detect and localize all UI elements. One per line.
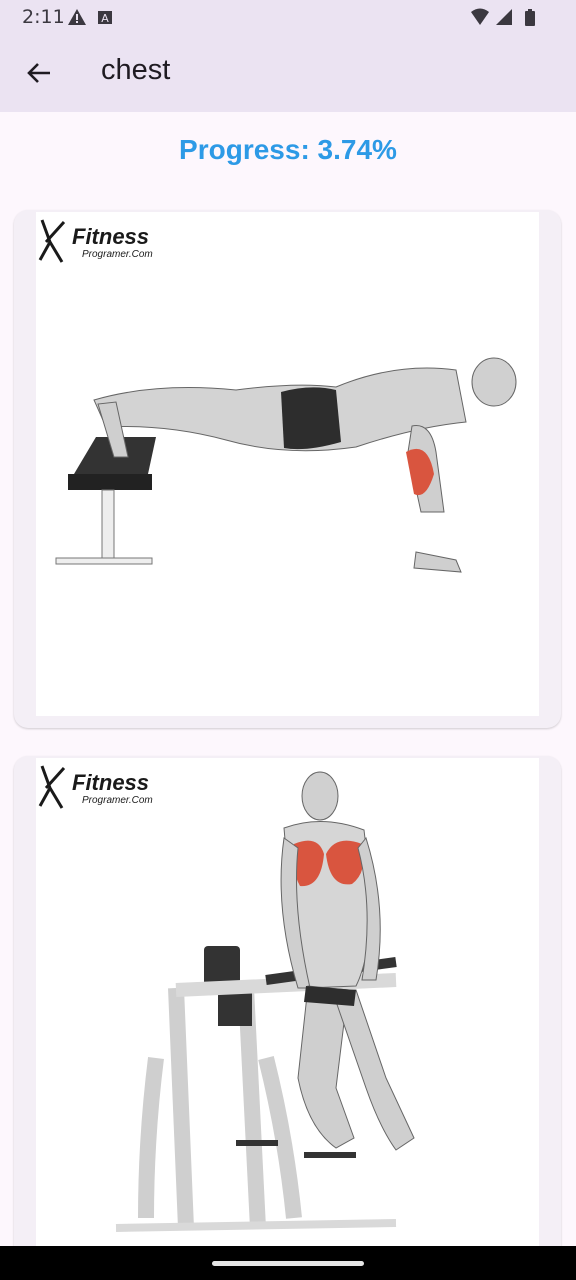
incline-pushup-illustration <box>55 357 517 573</box>
dips-illustration <box>115 771 415 1232</box>
exercise-image: Fitness Programer.Com <box>36 758 539 1276</box>
status-time: 2:11 <box>22 6 65 28</box>
progress-text: Progress: 3.74% <box>179 134 397 165</box>
wifi-icon <box>471 8 489 25</box>
a11y-badge-icon: A <box>98 11 112 25</box>
status-icons-right <box>470 7 540 31</box>
warning-icon <box>68 9 86 25</box>
exercise-card[interactable]: Fitness Programer.Com <box>14 756 561 1276</box>
system-nav-bar <box>0 1246 576 1280</box>
back-button[interactable] <box>16 50 62 96</box>
status-bar: 2:11 A <box>0 0 576 34</box>
svg-text:A: A <box>101 12 109 25</box>
page-title: chest <box>101 54 171 86</box>
bench-shape <box>55 437 156 565</box>
exercise-image: Fitness Programer.Com <box>36 212 539 716</box>
exercise-card[interactable]: Fitness Programer.Com <box>14 210 561 728</box>
status-icons-left: A <box>68 8 114 30</box>
app-bar: chest <box>0 34 576 112</box>
battery-icon <box>525 9 535 26</box>
arrow-left-icon <box>27 63 50 83</box>
dip-station-shape <box>115 946 397 1232</box>
body-shape <box>93 357 517 573</box>
signal-icon <box>496 9 512 25</box>
home-gesture-handle[interactable] <box>212 1261 364 1266</box>
